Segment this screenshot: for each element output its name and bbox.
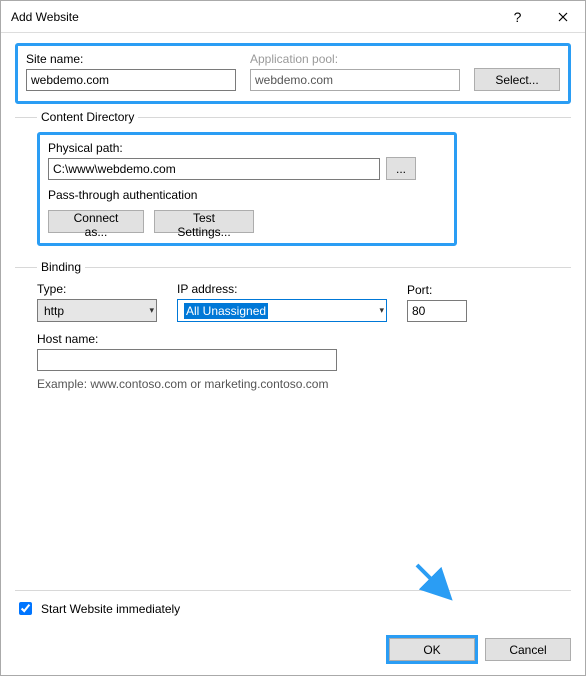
host-name-label: Host name: — [37, 332, 337, 346]
app-pool-input — [250, 69, 460, 91]
close-icon — [558, 12, 568, 22]
dialog-footer: Start Website immediately OK Cancel — [1, 578, 585, 675]
host-name-input[interactable] — [37, 349, 337, 371]
start-immediately-checkbox[interactable] — [19, 602, 32, 615]
select-app-pool-button[interactable]: Select... — [474, 68, 560, 91]
physical-path-input[interactable] — [48, 158, 380, 180]
app-pool-label: Application pool: — [250, 52, 460, 66]
test-settings-button[interactable]: Test Settings... — [154, 210, 254, 233]
ip-address-value: All Unassigned — [184, 303, 268, 319]
window-title: Add Website — [11, 10, 495, 24]
ok-button[interactable]: OK — [389, 638, 475, 661]
type-label: Type: — [37, 282, 157, 296]
passthrough-auth-label: Pass-through authentication — [48, 188, 446, 202]
add-website-dialog: Add Website ? Site name: Application poo… — [0, 0, 586, 676]
browse-path-button[interactable]: ... — [386, 157, 416, 180]
chevron-down-icon: ▾ — [379, 305, 384, 316]
port-label: Port: — [407, 283, 467, 297]
content-directory-group: Content Directory Physical path: ... Pas… — [15, 110, 571, 252]
binding-group: Binding Type: http ▾ IP address: All Una… — [15, 260, 571, 561]
close-button[interactable] — [540, 2, 585, 32]
type-value: http — [44, 304, 64, 318]
separator — [15, 590, 571, 591]
titlebar: Add Website ? — [1, 1, 585, 33]
physical-path-label: Physical path: — [48, 141, 123, 155]
binding-legend: Binding — [37, 260, 85, 274]
site-name-label: Site name: — [26, 52, 236, 66]
dialog-body: Site name: Application pool: Select... C… — [1, 33, 585, 578]
host-name-example: Example: www.contoso.com or marketing.co… — [37, 377, 571, 391]
ip-address-label: IP address: — [177, 282, 387, 296]
cancel-button[interactable]: Cancel — [485, 638, 571, 661]
ip-address-dropdown[interactable]: All Unassigned ▾ — [177, 299, 387, 322]
start-immediately-label: Start Website immediately — [41, 602, 180, 616]
connect-as-button[interactable]: Connect as... — [48, 210, 144, 233]
port-input[interactable] — [407, 300, 467, 322]
chevron-down-icon: ▾ — [149, 305, 154, 316]
site-name-input[interactable] — [26, 69, 236, 91]
physical-path-group: Physical path: ... Pass-through authenti… — [37, 132, 457, 246]
site-app-pool-group: Site name: Application pool: Select... — [15, 43, 571, 104]
content-directory-legend: Content Directory — [37, 110, 138, 124]
help-button[interactable]: ? — [495, 2, 540, 32]
type-dropdown[interactable]: http ▾ — [37, 299, 157, 322]
